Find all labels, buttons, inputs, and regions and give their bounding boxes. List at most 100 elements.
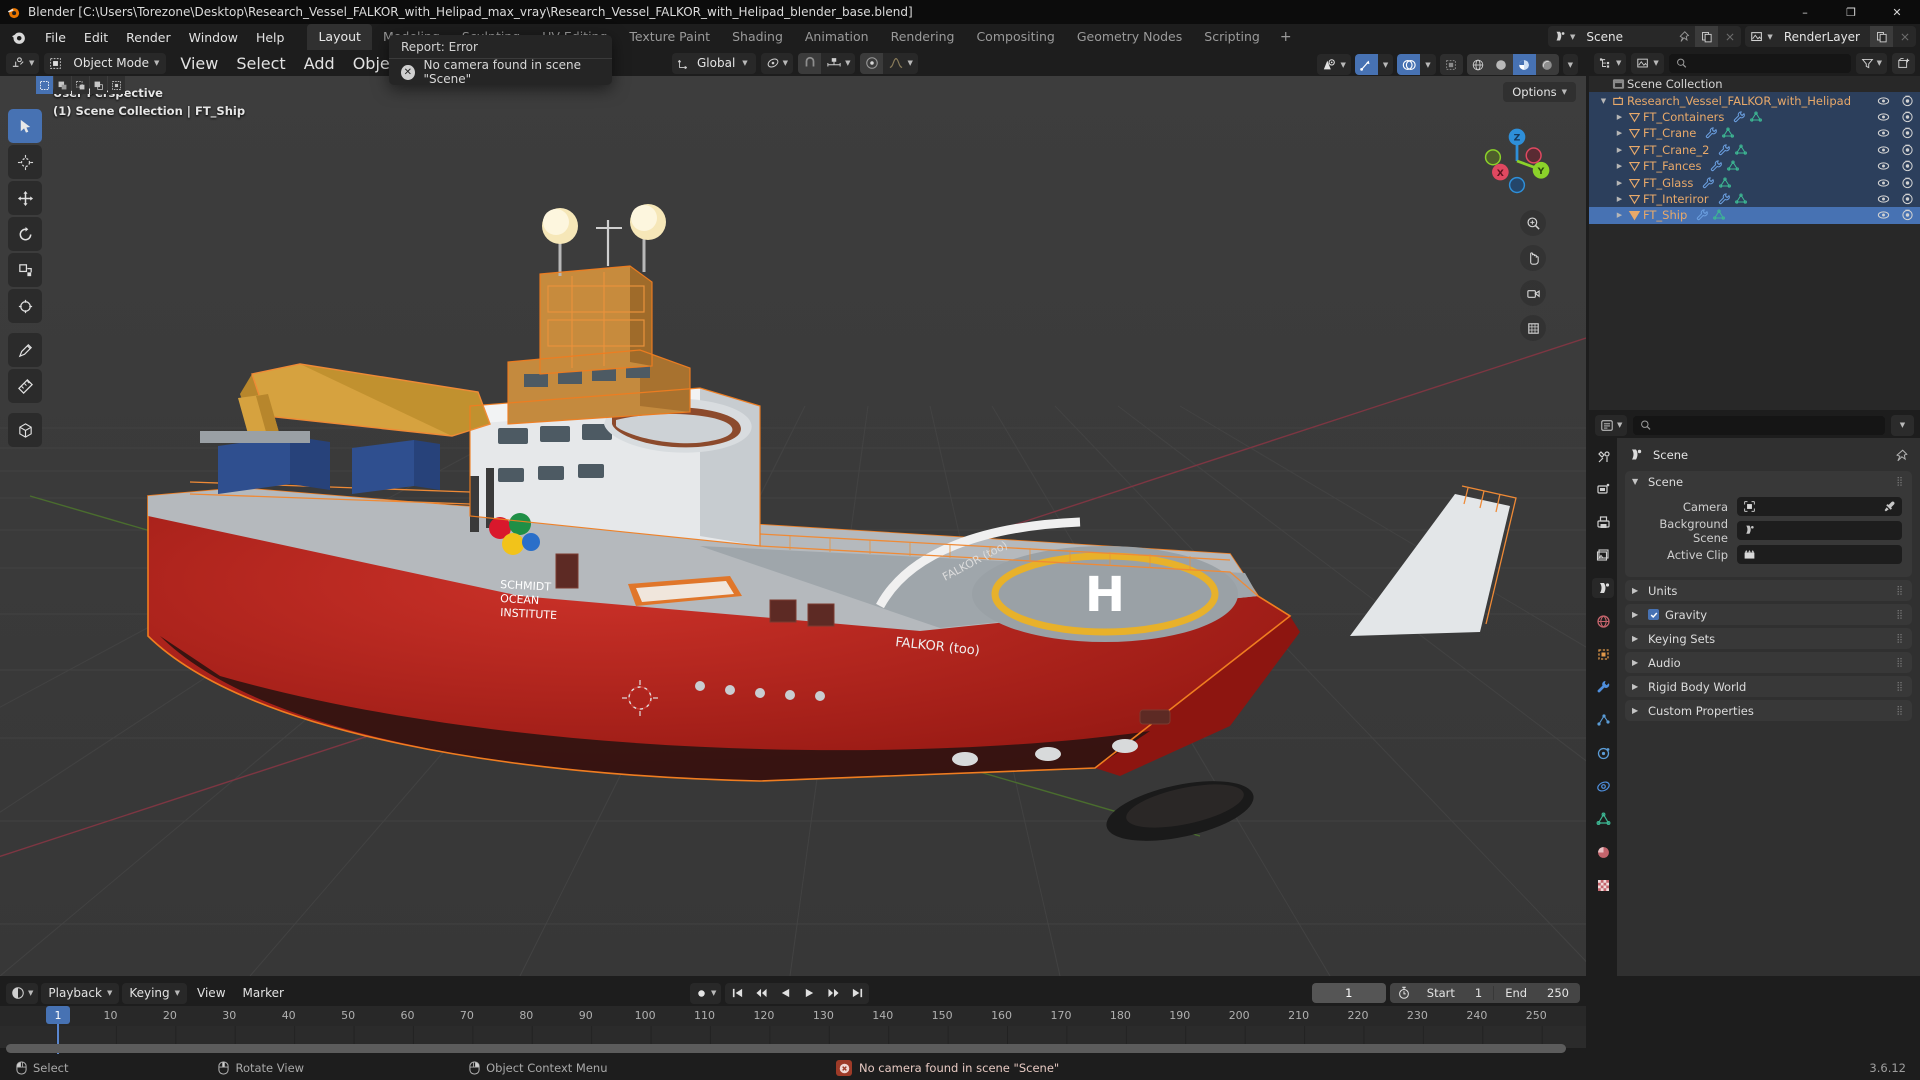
- tool-rotate[interactable]: [8, 217, 42, 251]
- view-object-types-selector[interactable]: ▼: [1317, 54, 1351, 75]
- start-frame-field[interactable]: Start 1: [1416, 986, 1493, 1000]
- properties-tab-physics[interactable]: [1592, 743, 1614, 763]
- add-workspace-button[interactable]: +: [1271, 26, 1301, 48]
- outliner-disclosure-triangle[interactable]: ▶: [1613, 113, 1626, 121]
- outliner-disclosure-triangle[interactable]: ▶: [1613, 146, 1626, 154]
- keying-menu-button[interactable]: Keying ▼: [122, 983, 187, 1003]
- outliner-row-ft_crane_2[interactable]: ▶ FT_Crane_2: [1589, 141, 1920, 158]
- outliner-icon[interactable]: ▼: [1594, 53, 1626, 74]
- viewport-menu-select[interactable]: Select: [227, 51, 294, 76]
- workspace-tab-texture-paint[interactable]: Texture Paint: [618, 24, 721, 50]
- remove-scene-button[interactable]: [1718, 26, 1741, 47]
- pin-id-icon[interactable]: [1895, 449, 1908, 462]
- keyframe-icon[interactable]: ▼: [690, 983, 721, 1004]
- select-intersect-icon[interactable]: [108, 76, 125, 94]
- overlays-icon[interactable]: [1397, 54, 1421, 75]
- panel-drag-dots[interactable]: ⣿: [1896, 477, 1904, 487]
- workspace-tab-geometry-nodes[interactable]: Geometry Nodes: [1066, 24, 1193, 50]
- maximize-button[interactable]: ❐: [1828, 0, 1874, 24]
- gizmo-options-chevron[interactable]: ▼: [1378, 54, 1393, 75]
- tool-transform[interactable]: [8, 289, 42, 323]
- jump-to-end-button[interactable]: [845, 983, 869, 1004]
- navigation-gizmo[interactable]: Z Y X: [1480, 124, 1554, 198]
- transform-orientation-selector[interactable]: Global ▼: [672, 52, 756, 74]
- panel-header[interactable]: ▶ Rigid Body World ⣿: [1625, 676, 1912, 697]
- timeline-playhead-label[interactable]: 1: [46, 1006, 70, 1024]
- hide-in-viewport-icon[interactable]: [1877, 160, 1890, 172]
- hide-in-viewport-icon[interactable]: [1877, 127, 1890, 139]
- outliner-search-input[interactable]: [1690, 56, 1851, 70]
- viewport-canvas[interactable]: H SCHMIDT OCEAN INSTITUTE FALKOR (too) F…: [0, 76, 1586, 976]
- properties-tab-texture[interactable]: [1592, 875, 1614, 895]
- menu-edit[interactable]: Edit: [75, 27, 117, 48]
- viewport-menu-view[interactable]: View: [171, 51, 227, 76]
- zoom-view-icon[interactable]: [1520, 210, 1546, 236]
- play-button[interactable]: [797, 983, 821, 1004]
- properties-search-input[interactable]: [1655, 418, 1885, 432]
- properties-tab-render[interactable]: [1592, 479, 1614, 499]
- disable-in-renders-icon[interactable]: [1901, 177, 1914, 189]
- mesh-data-icon[interactable]: [1734, 193, 1747, 205]
- tool-scale[interactable]: [8, 253, 42, 287]
- disable-in-renders-icon[interactable]: [1901, 144, 1914, 156]
- hide-in-viewport-icon[interactable]: [1877, 95, 1890, 107]
- play-reverse-button[interactable]: [773, 983, 797, 1004]
- panel-drag-dots[interactable]: ⣿: [1896, 706, 1904, 716]
- editor-type-selector[interactable]: ▼: [6, 52, 40, 74]
- outliner-disclosure-triangle[interactable]: ▶: [1613, 179, 1626, 187]
- mesh-data-icon[interactable]: [1727, 160, 1740, 172]
- toggle-camera-view-icon[interactable]: [1520, 280, 1546, 306]
- mesh-data-icon[interactable]: [1719, 177, 1732, 189]
- eyedropper-icon[interactable]: [1883, 500, 1896, 513]
- properties-tab-particles[interactable]: [1592, 710, 1614, 730]
- overlays-toggle-group[interactable]: ▼: [1397, 54, 1436, 75]
- playback-menu-button[interactable]: Playback ▼: [41, 983, 119, 1003]
- jump-to-previous-keyframe-button[interactable]: [749, 983, 773, 1004]
- modifier-icon[interactable]: [1710, 160, 1723, 172]
- viewport-menu-add[interactable]: Add: [295, 51, 344, 76]
- timeline-view-menu[interactable]: View: [190, 983, 232, 1003]
- modifier-icon[interactable]: [1705, 127, 1718, 139]
- outliner-disclosure-triangle[interactable]: ▶: [1613, 162, 1626, 170]
- panel-checkbox[interactable]: [1648, 609, 1659, 620]
- scene-selector[interactable]: ▼ Scene: [1548, 26, 1742, 47]
- toggle-orthographic-icon[interactable]: [1520, 315, 1546, 341]
- hide-in-viewport-icon[interactable]: [1877, 177, 1890, 189]
- mesh-data-icon[interactable]: [1735, 144, 1748, 156]
- select-box-icon[interactable]: [36, 76, 53, 94]
- timeline-editor-type[interactable]: ▼: [6, 982, 39, 1004]
- workspace-tab-shading[interactable]: Shading: [721, 24, 794, 50]
- active-clip-field[interactable]: [1737, 545, 1902, 564]
- menu-window[interactable]: Window: [180, 27, 247, 48]
- outliner-filter[interactable]: ▼: [1855, 52, 1887, 74]
- panel-header[interactable]: ▶ Audio ⣿: [1625, 652, 1912, 673]
- outliner-search-box[interactable]: [1668, 53, 1851, 73]
- hide-in-viewport-icon[interactable]: [1877, 209, 1890, 221]
- xray-toggle[interactable]: [1439, 54, 1463, 75]
- shading-mode-group[interactable]: [1466, 54, 1559, 75]
- select-invert-icon[interactable]: [90, 76, 107, 94]
- panel-drag-dots[interactable]: ⣿: [1896, 658, 1904, 668]
- outliner-row-ft_glass[interactable]: ▶ FT_Glass: [1589, 174, 1920, 191]
- new-scene-button[interactable]: [1695, 26, 1719, 47]
- error-popup-message-row[interactable]: ✕ No camera found in scene "Scene": [389, 58, 612, 85]
- hide-in-viewport-icon[interactable]: [1877, 111, 1890, 123]
- shading-options-chevron-group[interactable]: ▼: [1562, 54, 1578, 75]
- falloff-icon[interactable]: ▼: [883, 53, 917, 74]
- interaction-mode-selector[interactable]: Object Mode ▼: [44, 52, 167, 74]
- properties-icon[interactable]: ▼: [1595, 415, 1627, 436]
- hide-in-viewport-icon[interactable]: [1877, 193, 1890, 205]
- outliner-row-scene-collection[interactable]: Scene Collection: [1589, 76, 1920, 92]
- mesh-data-icon[interactable]: [1713, 209, 1726, 221]
- outliner-row-ft_containers[interactable]: ▶ FT_Containers: [1589, 108, 1920, 126]
- snap-magnet-icon[interactable]: [798, 52, 822, 74]
- scene-browse-icon[interactable]: ▼: [1548, 26, 1580, 47]
- properties-tab-tool[interactable]: [1592, 446, 1614, 466]
- camera-field[interactable]: [1737, 497, 1902, 516]
- outliner-disclosure-triangle[interactable]: ▶: [1613, 195, 1626, 203]
- panel-header[interactable]: ▶ Gravity ⣿: [1625, 604, 1912, 625]
- tool-annotate[interactable]: [8, 333, 42, 367]
- overlays-options-chevron[interactable]: ▼: [1420, 54, 1435, 75]
- remove-view-layer-button[interactable]: [1893, 26, 1916, 47]
- menu-help[interactable]: Help: [247, 27, 294, 48]
